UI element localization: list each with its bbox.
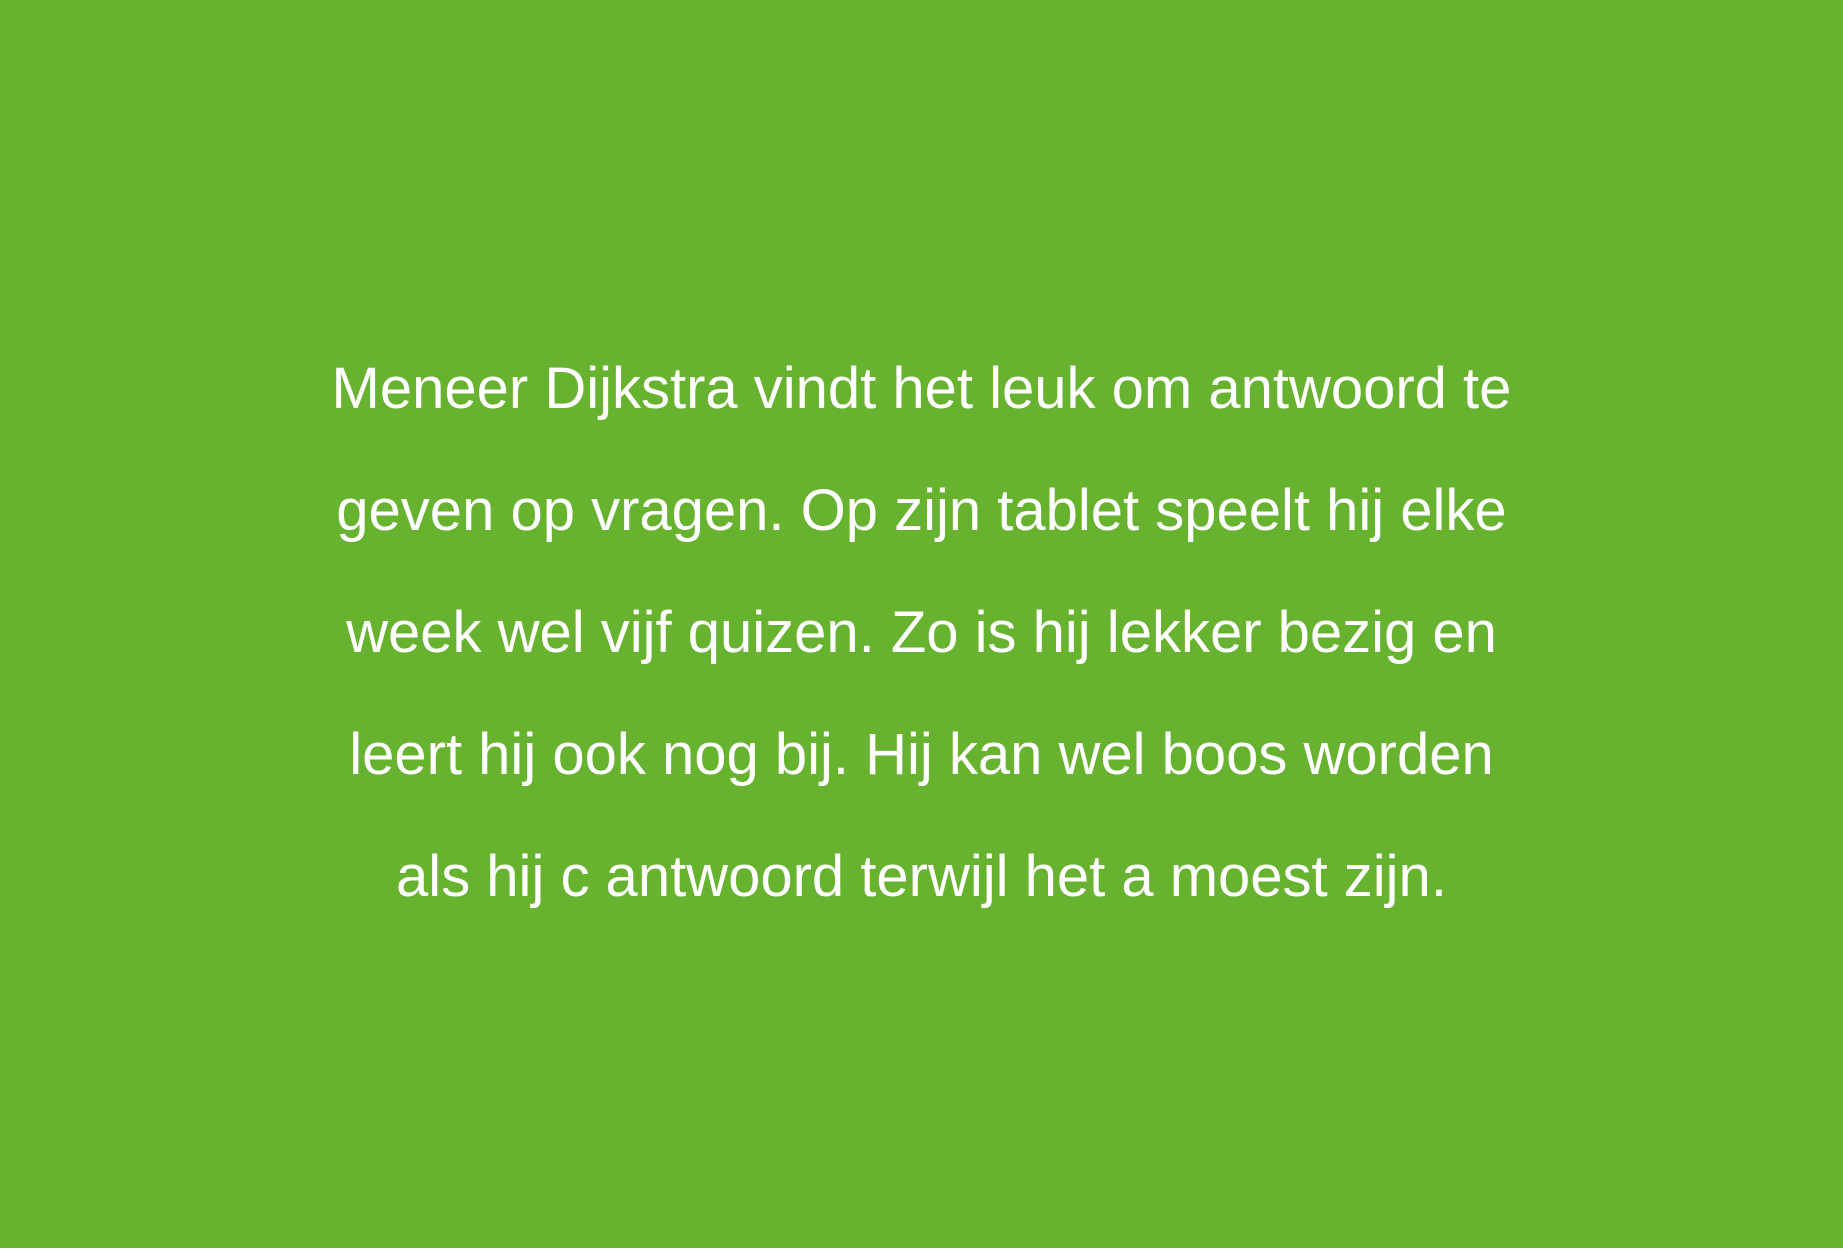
paragraph-line-1: Meneer Dijkstra vindt het leuk om antwoo… — [331, 356, 1512, 421]
paragraph-line-3: week wel vijf quizen. Zo is hij lekker b… — [346, 600, 1497, 665]
paragraph-line-2: geven op vragen. Op zijn tablet speelt h… — [336, 478, 1507, 543]
paragraph-line-4: leert hij ook nog bij. Hij kan wel boos … — [349, 722, 1494, 787]
paragraph-line-5: als hij c antwoord terwijl het a moest z… — [396, 844, 1447, 909]
green-slide-panel: Meneer Dijkstra vindt het leuk om antwoo… — [0, 0, 1843, 1248]
story-paragraph: Meneer Dijkstra vindt het leuk om antwoo… — [0, 340, 1843, 950]
